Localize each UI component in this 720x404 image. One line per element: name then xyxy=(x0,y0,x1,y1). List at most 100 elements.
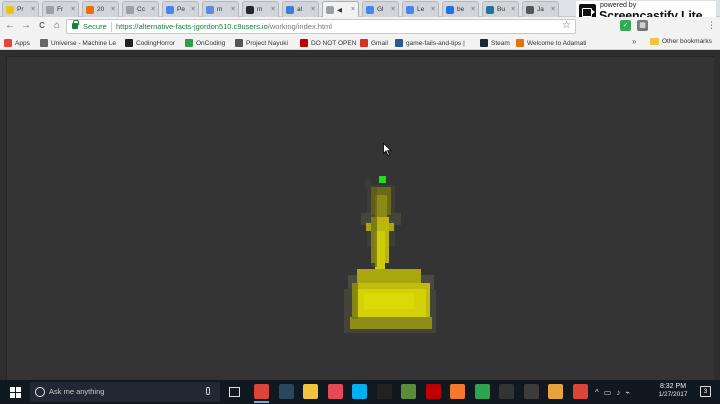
bookmark-item[interactable]: Steam xyxy=(480,38,510,48)
taskbar-app-unity-2-icon[interactable] xyxy=(499,384,514,399)
taskbar-app-chrome-2-icon[interactable] xyxy=(572,384,588,399)
bookmark-item[interactable]: DO NOT OPEN xyxy=(300,38,356,48)
tab-close-icon[interactable]: × xyxy=(231,6,235,13)
bookmark-favicon-icon xyxy=(360,39,368,47)
bookmark-favicon-icon xyxy=(40,39,48,47)
tray-icon[interactable]: ^ xyxy=(595,388,599,397)
tab-title: Le xyxy=(417,6,425,13)
bookmark-favicon-icon xyxy=(516,39,524,47)
browser-tab[interactable]: Fr × xyxy=(42,1,79,17)
tab-favicon-icon xyxy=(326,5,334,14)
clock[interactable]: 8:32 PM 1/27/2017 xyxy=(656,383,690,398)
bookmark-label: CodingHorror xyxy=(136,39,176,47)
tab-close-icon[interactable]: × xyxy=(311,6,315,13)
back-button[interactable]: ← xyxy=(4,20,16,32)
taskbar-app-chrome-icon[interactable] xyxy=(254,384,269,403)
task-view-icon[interactable] xyxy=(229,387,240,397)
tray-icon[interactable]: ♪ xyxy=(616,388,620,397)
taskbar-app-steam-icon[interactable] xyxy=(278,384,294,399)
bookmark-item[interactable]: OnCoding xyxy=(185,38,225,48)
taskbar-app-filezilla-icon[interactable] xyxy=(425,384,441,399)
browser-tab[interactable]: m × xyxy=(242,1,279,17)
browser-tab[interactable]: 20 × xyxy=(82,1,119,17)
forward-button[interactable]: → xyxy=(20,20,32,32)
tab-favicon-icon xyxy=(6,5,14,14)
tab-close-icon[interactable]: × xyxy=(351,6,355,13)
tab-favicon-icon xyxy=(126,5,134,14)
tab-close-icon[interactable]: × xyxy=(551,6,555,13)
url-text[interactable]: https://alternative-facts-jgordon510.c9u… xyxy=(116,22,332,31)
other-bookmarks-button[interactable]: Other bookmarks xyxy=(650,38,712,45)
game-canvas[interactable] xyxy=(6,56,714,380)
windows-taskbar: Ask me anything ^ ▭ ♪ ⌁ 8:32 PM 1/27/2017 3 xyxy=(0,380,720,404)
tab-close-icon[interactable]: × xyxy=(111,6,115,13)
tab-close-icon[interactable]: × xyxy=(31,6,35,13)
tab-title: Fr xyxy=(57,6,64,13)
address-bar[interactable]: Secure https://alternative-facts-jgordon… xyxy=(66,19,576,34)
browser-tab[interactable]: Gl × xyxy=(362,1,399,17)
menu-icon[interactable]: ⋮ xyxy=(706,20,717,31)
cortana-search-box[interactable]: Ask me anything xyxy=(30,382,220,402)
taskbar-app-app-green-icon[interactable] xyxy=(474,384,490,399)
browser-tab[interactable]: Pr × xyxy=(2,1,39,17)
bookmark-item[interactable]: Universe - Machine Le xyxy=(40,38,116,48)
bookmark-item[interactable]: Welcome to Adamati xyxy=(516,38,587,48)
tab-close-icon[interactable]: × xyxy=(511,6,515,13)
browser-tab[interactable]: m × xyxy=(202,1,239,17)
tab-close-icon[interactable]: × xyxy=(271,6,275,13)
tab-favicon-icon xyxy=(206,5,214,14)
taskbar-app-paint-icon[interactable] xyxy=(548,384,563,399)
bookmark-item[interactable]: Apps xyxy=(4,38,30,48)
bookmark-item[interactable]: CodingHorror xyxy=(125,38,175,48)
bookmark-favicon-icon xyxy=(235,39,243,47)
browser-tab[interactable]: be × xyxy=(442,1,479,17)
taskbar-app-photos-icon[interactable] xyxy=(327,384,343,399)
home-button[interactable]: ⌂ xyxy=(51,20,63,32)
tray-icon[interactable]: ▭ xyxy=(604,388,612,397)
taskbar-app-skype-icon[interactable] xyxy=(352,384,367,399)
windows-start-icon[interactable] xyxy=(10,387,21,398)
tab-close-icon[interactable]: × xyxy=(191,6,195,13)
tab-title: Gl xyxy=(377,6,384,13)
browser-tab[interactable]: Ja × xyxy=(522,1,559,17)
lock-icon xyxy=(72,20,79,29)
extension-grid-icon[interactable]: ▦ xyxy=(637,20,648,31)
search-placeholder: Ask me anything xyxy=(49,387,105,396)
folder-icon xyxy=(650,38,659,45)
bookmark-label: Universe - Machine Le xyxy=(51,39,117,47)
tab-favicon-icon xyxy=(446,5,454,14)
microphone-icon[interactable] xyxy=(206,387,210,395)
tab-close-icon[interactable]: × xyxy=(151,6,155,13)
tab-close-icon[interactable]: × xyxy=(431,6,435,13)
bookmark-item[interactable]: game-fails-and-tips | xyxy=(395,38,465,48)
browser-tab[interactable]: ◀ × xyxy=(322,1,359,17)
bookmarks-overflow-button[interactable]: » xyxy=(632,37,636,46)
tray-icon[interactable]: ⌁ xyxy=(625,388,630,397)
bookmark-label: Apps xyxy=(15,39,30,47)
bookmark-label: Project Nayuki xyxy=(246,39,288,47)
taskbar-app-blender-icon[interactable] xyxy=(450,384,465,399)
browser-tab[interactable]: Pe × xyxy=(162,1,199,17)
browser-tab[interactable]: Le × xyxy=(402,1,439,17)
taskbar-app-unity-icon[interactable] xyxy=(376,384,392,399)
page-viewport xyxy=(0,51,720,380)
tab-close-icon[interactable]: × xyxy=(391,6,395,13)
extension-check-icon[interactable]: ✓ xyxy=(620,20,631,31)
bookmark-favicon-icon xyxy=(4,39,12,47)
tab-close-icon[interactable]: × xyxy=(71,6,75,13)
notifications-icon[interactable]: 3 xyxy=(700,386,711,397)
taskbar-app-minecraft-icon[interactable] xyxy=(401,384,416,399)
bookmark-item[interactable]: Gmail xyxy=(360,38,388,48)
bookmark-star-icon[interactable]: ☆ xyxy=(562,20,571,31)
bookmark-item[interactable]: Project Nayuki xyxy=(235,38,288,48)
tab-title: Cc xyxy=(137,6,145,13)
taskbar-app-terminal-icon[interactable] xyxy=(523,384,539,399)
browser-tab[interactable]: Bu × xyxy=(482,1,519,17)
url-separator xyxy=(111,22,112,32)
browser-tab[interactable]: Cc × xyxy=(122,1,159,17)
system-tray: ^ ▭ ♪ ⌁ xyxy=(595,386,630,398)
tab-close-icon[interactable]: × xyxy=(471,6,475,13)
reload-button[interactable]: C xyxy=(36,20,48,32)
taskbar-app-explorer-icon[interactable] xyxy=(303,384,318,399)
browser-tab[interactable]: al × xyxy=(282,1,319,17)
